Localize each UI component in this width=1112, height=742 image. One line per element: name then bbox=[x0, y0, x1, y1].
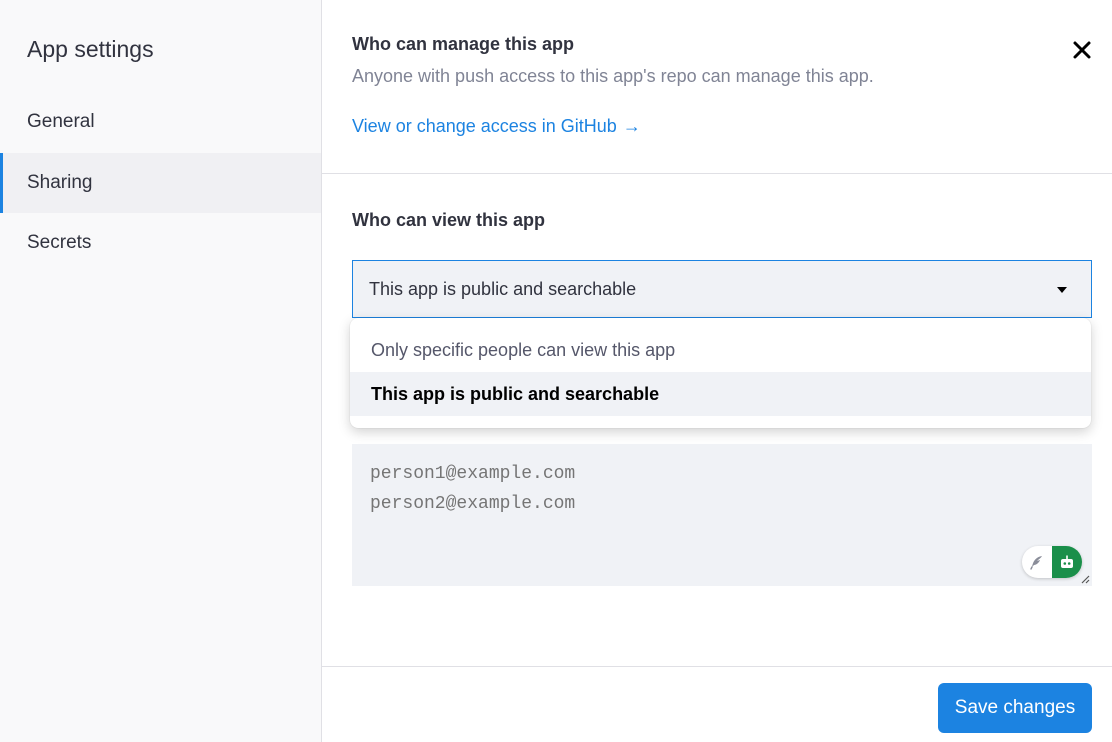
github-link-label: View or change access in GitHub bbox=[352, 116, 617, 136]
github-access-link[interactable]: View or change access in GitHub → bbox=[352, 116, 641, 137]
settings-dialog: App settings General Sharing Secrets Who… bbox=[0, 0, 1112, 742]
visibility-select-value: This app is public and searchable bbox=[369, 278, 637, 299]
view-section-title: Who can view this app bbox=[352, 210, 546, 230]
option-specific-people[interactable]: Only specific people can view this app bbox=[350, 328, 1091, 372]
feather-icon bbox=[1030, 556, 1042, 570]
arrow-right-icon: → bbox=[622, 116, 641, 136]
email-list-input[interactable] bbox=[352, 444, 1092, 586]
close-button[interactable] bbox=[1068, 36, 1096, 64]
sidebar-item-sharing[interactable]: Sharing bbox=[0, 153, 321, 213]
sidebar-title: App settings bbox=[27, 36, 154, 62]
sidebar-item-secrets[interactable]: Secrets bbox=[0, 213, 321, 273]
save-changes-button[interactable]: Save changes bbox=[938, 683, 1092, 733]
settings-sidebar: App settings General Sharing Secrets bbox=[0, 0, 322, 742]
textarea-tools bbox=[1022, 546, 1082, 578]
settings-main-panel: Who can manage this app Anyone with push… bbox=[322, 0, 1112, 742]
feather-tool-button[interactable] bbox=[1022, 546, 1052, 578]
resize-grip-icon[interactable] bbox=[1080, 574, 1090, 584]
caret-down-icon bbox=[1057, 287, 1067, 293]
section-divider bbox=[322, 173, 1112, 174]
visibility-dropdown-menu: Only specific people can view this app T… bbox=[350, 318, 1091, 428]
manage-description: Anyone with push access to this app's re… bbox=[352, 66, 874, 86]
manage-section-title: Who can manage this app bbox=[352, 34, 575, 54]
visibility-select[interactable]: This app is public and searchable bbox=[352, 260, 1092, 318]
option-public-searchable[interactable]: This app is public and searchable bbox=[350, 372, 1091, 416]
close-icon bbox=[1073, 41, 1091, 59]
bot-icon bbox=[1061, 555, 1073, 568]
sidebar-item-general[interactable]: General bbox=[0, 92, 321, 152]
footer-divider bbox=[322, 666, 1112, 667]
